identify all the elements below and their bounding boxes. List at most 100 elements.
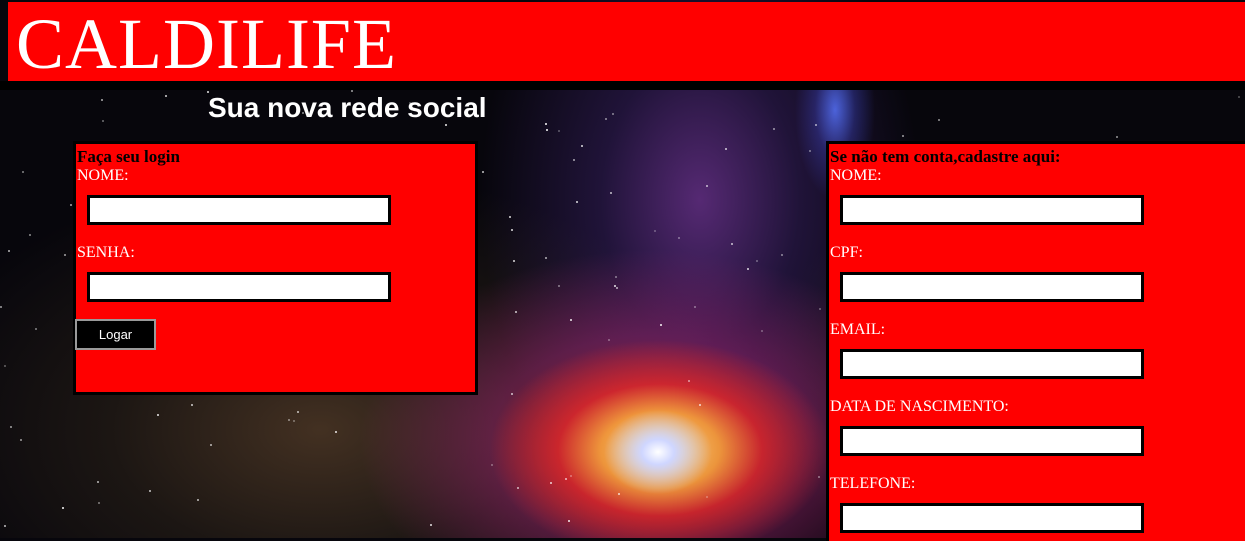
star [102,120,104,122]
star [511,393,513,395]
star [64,254,66,256]
star [773,128,775,130]
star [618,493,620,495]
star [568,520,570,522]
star [608,339,610,341]
star [515,311,517,313]
star [605,118,607,120]
tagline: Sua nova rede social [208,92,487,123]
signup-phone-label: TELEFONE: [830,475,916,492]
star [545,257,547,259]
star [197,499,199,501]
signup-cpf-label: CPF: [830,244,863,261]
login-name-input[interactable] [87,195,391,225]
signup-phone-input[interactable] [840,503,1144,533]
signup-title: Se não tem conta,cadastre aqui: [830,147,1061,166]
login-title: Faça seu login [77,147,180,166]
star [35,328,37,330]
star [747,268,749,270]
star [1238,96,1240,98]
star [335,431,337,433]
star [902,135,904,137]
star [511,229,513,231]
brand-logo: CALDILIFE [16,4,397,84]
star [445,124,447,126]
star [513,260,515,262]
star [610,192,612,194]
star [756,260,758,262]
signup-name-input[interactable] [840,195,1144,225]
star [706,496,708,498]
star [616,287,618,289]
star [581,145,583,147]
star [97,481,99,483]
star [8,250,10,252]
star [157,414,159,416]
header-divider [0,81,1245,90]
star [573,159,575,161]
login-button[interactable]: Logar [75,319,156,350]
star [576,201,578,203]
star [22,171,24,173]
star [546,129,548,131]
star [191,404,193,406]
star [210,444,212,446]
star [938,119,940,121]
signup-email-input[interactable] [840,349,1144,379]
site-header: CALDILIFE [8,2,1245,84]
star [565,478,567,480]
signup-email-label: EMAIL: [830,321,886,338]
star [761,330,763,332]
signup-birthdate-label: DATA DE NASCIMENTO: [830,398,1009,415]
login-password-label: SENHA: [77,244,135,261]
star [654,230,656,232]
star [165,95,167,97]
star [0,306,2,308]
star [688,380,690,382]
star [482,171,484,173]
star [731,243,733,245]
star [509,216,511,218]
star [517,487,519,489]
star [288,419,290,421]
star [558,285,560,287]
star [10,426,12,428]
star [20,439,22,441]
star [781,254,783,256]
star [819,308,821,310]
star [558,130,560,132]
star [725,148,727,150]
signup-cpf-input[interactable] [840,272,1144,302]
star [699,404,701,406]
star [98,502,100,504]
star [570,319,572,321]
signup-birthdate-input[interactable] [840,426,1144,456]
star [545,123,547,125]
star [4,365,6,367]
star [550,482,552,484]
star [818,476,820,478]
star [615,276,617,278]
star [815,124,817,126]
login-name-label: NOME: [77,167,129,184]
star [1116,136,1118,138]
star [660,324,662,326]
star [694,306,696,308]
star [70,204,72,206]
star [570,475,572,477]
star [4,525,6,527]
signup-name-label: NOME: [830,167,882,184]
star [491,464,493,466]
star [101,99,103,101]
login-panel: Faça seu login NOME: SENHA: Logar [73,141,478,395]
star [293,420,295,422]
star [29,234,31,236]
star [297,411,299,413]
star [430,524,432,526]
star [809,150,811,152]
star [706,185,708,187]
star [62,507,64,509]
star [149,490,151,492]
signup-panel: Se não tem conta,cadastre aqui: NOME: CP… [826,141,1245,541]
login-password-input[interactable] [87,272,391,302]
